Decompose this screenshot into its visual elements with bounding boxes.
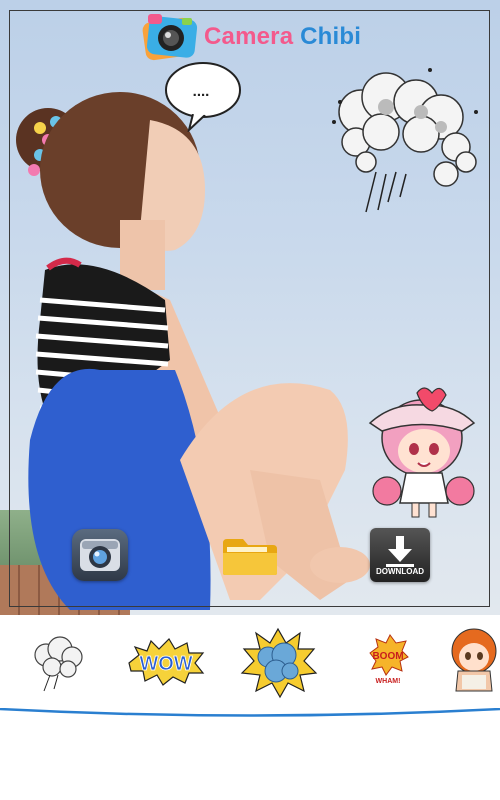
boom-sticker-thumb[interactable]: BOOM WHAM! xyxy=(366,625,410,700)
download-label: DOWNLOAD xyxy=(376,567,424,576)
sticker-strip[interactable]: WOW BOOM WHAM! xyxy=(0,615,500,715)
wow-text-sticker-thumb[interactable]: WOW xyxy=(125,625,207,700)
app-title-part2: Chibi xyxy=(300,23,362,50)
chibi-girl-sticker-thumb[interactable] xyxy=(448,625,500,700)
boom-text: BOOM xyxy=(372,651,403,662)
app-title-part1: Camera xyxy=(204,23,294,50)
download-icon xyxy=(386,536,414,567)
camera-logo-icon xyxy=(142,14,198,61)
strip-separator-line xyxy=(0,708,500,717)
explosion-sticker-thumb[interactable] xyxy=(238,625,318,700)
app-title: Camera Chibi xyxy=(204,23,361,51)
wow-text: WOW xyxy=(139,653,192,675)
empty-area xyxy=(0,718,500,800)
chibi-cheerleader-sticker[interactable] xyxy=(362,383,480,523)
speech-bubble-text: .... xyxy=(192,83,210,100)
folder-icon xyxy=(223,539,277,575)
storm-cloud-sticker[interactable] xyxy=(326,62,481,222)
camera-icon xyxy=(80,539,120,571)
smoke-cloud-sticker-thumb[interactable] xyxy=(28,625,86,700)
camera-button[interactable] xyxy=(72,529,128,581)
open-folder-button[interactable] xyxy=(221,537,279,577)
photo-canvas[interactable]: Camera Chibi .... DOWNLOAD xyxy=(0,0,500,615)
app-logo: Camera Chibi xyxy=(142,12,361,62)
app-screen: Camera Chibi .... DOWNLOAD WOW BOOM WHAM… xyxy=(0,0,500,800)
wham-text: WHAM! xyxy=(376,678,401,685)
download-button[interactable]: DOWNLOAD xyxy=(370,528,430,582)
